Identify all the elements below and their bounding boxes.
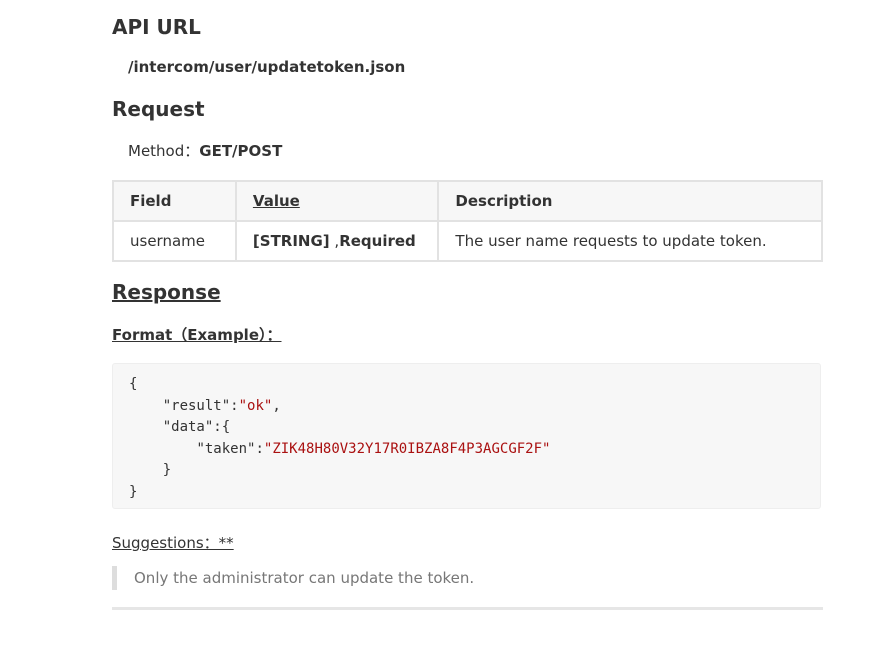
cell-description: The user name requests to update token. (437, 220, 823, 262)
cell-field: username (112, 220, 237, 262)
code-example: { "result":"ok", "data":{ "taken":"ZIK48… (112, 363, 821, 509)
format-label: Format（Example）： (112, 326, 282, 344)
cell-value: [STRING] ,Required (234, 220, 440, 262)
horizontal-rule (112, 607, 823, 610)
header-value: Value (234, 180, 440, 222)
table-header-row: Field Value Description (112, 180, 823, 222)
suggestion-quote: Only the administrator can update the to… (112, 566, 819, 590)
params-table: Field Value Description username [STRING… (112, 180, 823, 262)
header-field: Field (112, 180, 237, 222)
method-value: GET/POST (199, 142, 283, 160)
method-label: Method： (128, 142, 200, 160)
request-heading: Request (112, 97, 205, 121)
method-line: Method：GET/POST (128, 140, 282, 161)
suggestions-label: Suggestions：** (112, 534, 234, 552)
response-heading: Response (112, 280, 221, 304)
api-url-heading: API URL (112, 15, 201, 39)
api-path: /intercom/user/updatetoken.json (128, 58, 406, 76)
table-row: username [STRING] ,Required The user nam… (112, 220, 823, 262)
header-description: Description (437, 180, 823, 222)
